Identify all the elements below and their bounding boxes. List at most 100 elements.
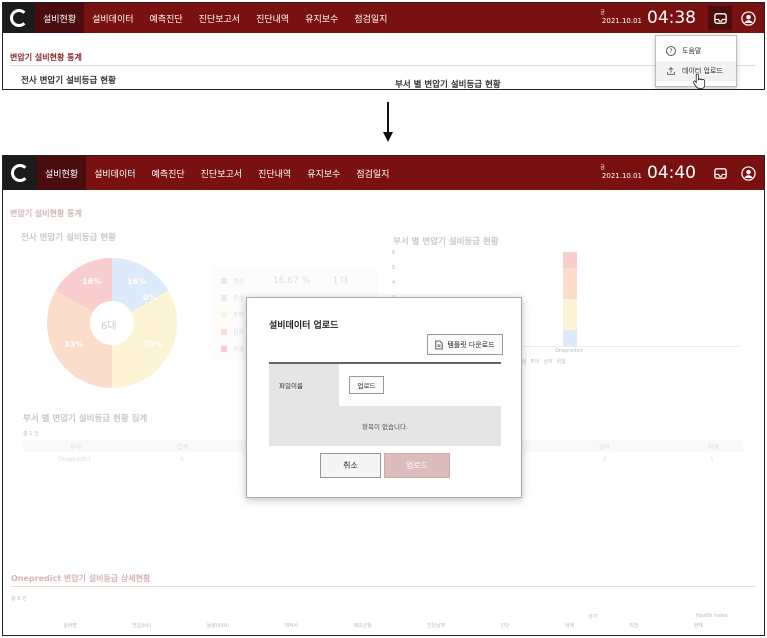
help-menu-item[interactable]: ? 도움말 bbox=[656, 41, 736, 61]
detail-group-severe: 심각 bbox=[588, 614, 598, 620]
file-row: 파일이름 업로드 bbox=[269, 364, 501, 406]
file-label: 파일이름 bbox=[279, 382, 303, 390]
menu-item-prediction[interactable]: 예측진단 bbox=[142, 3, 191, 33]
menu-item-maintenance[interactable]: 유지보수 bbox=[299, 156, 348, 190]
bar-tick-6: 6 bbox=[392, 250, 396, 256]
legend-percent: 16.67 % bbox=[273, 275, 311, 286]
menu-item-report[interactable]: 진단보고서 bbox=[193, 156, 250, 190]
summary-row-severe: 2 bbox=[603, 456, 607, 463]
submit-upload-button[interactable]: 업로드 bbox=[384, 453, 450, 478]
upload-menu-button[interactable] bbox=[708, 6, 732, 30]
legend-item-normal: 정상 16.67 % 1 대 bbox=[221, 272, 370, 289]
top-navbar: 설비현황 설비데이터 예측진단 진단보고서 진단내역 유지보수 점검일지 금 2… bbox=[3, 3, 764, 33]
summary-row-dept: Onepredict bbox=[58, 456, 92, 463]
modal-title: 설비데이터 업로드 bbox=[269, 321, 339, 331]
app-logo[interactable] bbox=[3, 3, 35, 33]
detail-header-1: 전압(kV) bbox=[132, 623, 152, 629]
down-arrow-icon bbox=[383, 102, 393, 142]
summary-header-danger: 위험 bbox=[708, 444, 720, 451]
menu-item-equipment-status[interactable]: 설비현황 bbox=[37, 156, 87, 190]
legend-label-warning: 주의 bbox=[233, 312, 245, 319]
template-download-button[interactable]: 템플릿 다운로드 bbox=[427, 334, 503, 355]
file-empty-row: 항목이 없습니다. bbox=[269, 406, 501, 446]
menu-item-maintenance[interactable]: 유지보수 bbox=[297, 3, 346, 33]
legend-label-interest: 관심 bbox=[233, 295, 245, 302]
bar-tick-4: 4 bbox=[392, 280, 396, 286]
menu-item-equipment-status[interactable]: 설비현황 bbox=[35, 3, 85, 33]
upload-menu-button[interactable] bbox=[708, 161, 732, 185]
pie-label-danger: 16% bbox=[82, 277, 102, 286]
user-profile-button[interactable] bbox=[736, 161, 760, 185]
inbox-icon bbox=[713, 12, 727, 24]
bar-seg-warning bbox=[563, 299, 577, 331]
detail-header-2: 용량(kVA) bbox=[206, 623, 230, 629]
detail-header-6: 진단 bbox=[500, 623, 510, 629]
summary-header-severe: 심각 bbox=[599, 444, 611, 451]
pie-label-normal: 16% bbox=[127, 277, 147, 286]
detail-header-5: 진단날짜 bbox=[426, 623, 446, 629]
legend-label-severe: 심각 bbox=[233, 329, 245, 336]
menu-item-history[interactable]: 진단내역 bbox=[248, 3, 297, 33]
menu-item-report[interactable]: 진단보고서 bbox=[191, 3, 248, 33]
question-icon: ? bbox=[666, 46, 676, 56]
template-download-label: 템플릿 다운로드 bbox=[447, 340, 495, 349]
bar-stack bbox=[563, 252, 577, 346]
detail-header-3: 제작사 bbox=[284, 623, 299, 629]
upload-modal: 설비데이터 업로드 템플릿 다운로드 파일이름 업로드 항목이 없습니다. 취소… bbox=[246, 297, 522, 498]
user-icon bbox=[740, 10, 756, 26]
pie-label-interest: 0% bbox=[143, 293, 157, 302]
file-upload-button[interactable]: 업로드 bbox=[349, 376, 384, 394]
logo-icon bbox=[10, 9, 28, 27]
detail-group-health-index: Health Index bbox=[696, 613, 728, 619]
menu-item-prediction[interactable]: 예측진단 bbox=[144, 156, 193, 190]
file-table: 파일이름 업로드 항목이 없습니다. bbox=[269, 362, 501, 446]
menu-item-history[interactable]: 진단내역 bbox=[250, 156, 299, 190]
header-right: 금 2021.10.01 04:38 bbox=[600, 3, 764, 33]
header-right: 금 2021.10.01 04:40 bbox=[600, 156, 764, 190]
summary-header-dept: 부서 bbox=[70, 444, 82, 451]
detail-header-8: 직전 bbox=[629, 623, 639, 629]
inbox-icon bbox=[713, 167, 727, 179]
detail-header-7: 현재 bbox=[564, 623, 575, 629]
summary-title: 부서 별 변압기 설비등급 현황 집계 bbox=[23, 414, 148, 424]
date-text: 2021.10.01 bbox=[601, 17, 642, 25]
top-screenshot: 설비현황 설비데이터 예측진단 진단보고서 진단내역 유지보수 점검일지 금 2… bbox=[2, 2, 765, 90]
menu-item-equipment-data[interactable]: 설비데이터 bbox=[84, 3, 141, 33]
detail-header-4: 제조년월 bbox=[353, 623, 372, 629]
legend-swatch-normal bbox=[221, 277, 227, 284]
bar-chart-title: 부서 별 변압기 설비등급 현황 bbox=[393, 237, 499, 247]
cancel-button[interactable]: 취소 bbox=[320, 453, 381, 478]
summary-row-danger: 1 bbox=[710, 456, 714, 463]
bar-legend: 관심 주의 심각 위험 bbox=[517, 358, 566, 365]
bottom-screenshot: 설비현황 설비데이터 예측진단 진단보고서 진단내역 유지보수 점검일지 금 2… bbox=[2, 155, 765, 636]
pie-label-severe: 33% bbox=[64, 340, 84, 349]
legend-label-danger: 위험 bbox=[233, 346, 245, 353]
company-grade-title: 전사 변압기 설비등급 현황 bbox=[21, 76, 116, 86]
detail-title: Onepredict 변압기 설비등급 상세현황 bbox=[11, 574, 151, 583]
menu-item-inspection-log[interactable]: 점검일지 bbox=[348, 156, 397, 190]
legend-label-normal: 정상 bbox=[233, 278, 245, 285]
weekday: 금 bbox=[600, 9, 605, 16]
hand-cursor-icon bbox=[693, 73, 706, 89]
bar-legend-severe: 심각 bbox=[543, 359, 553, 365]
file-label-cell: 파일이름 bbox=[269, 364, 339, 406]
detail-table-header: 설비명 전압(kV) 용량(kVA) 제작사 제조년월 진단날짜 진단 현재 직… bbox=[23, 622, 743, 629]
detail-divider bbox=[11, 586, 756, 587]
app-logo[interactable] bbox=[3, 156, 37, 190]
detail-header-0: 설비명 bbox=[63, 623, 77, 629]
main-menu: 설비현황 설비데이터 예측진단 진단보고서 진단내역 유지보수 점검일지 bbox=[37, 156, 397, 190]
user-profile-button[interactable] bbox=[736, 6, 760, 30]
logo-icon bbox=[11, 164, 29, 182]
summary-count: 총 1 건 bbox=[23, 431, 39, 437]
empty-message: 항목이 없습니다. bbox=[362, 423, 408, 431]
menu-item-inspection-log[interactable]: 점검일지 bbox=[346, 3, 395, 33]
legend-swatch-warning bbox=[221, 311, 227, 318]
date-text: 2021.10.01 bbox=[601, 172, 642, 180]
clock-time: 04:38 bbox=[647, 8, 696, 28]
menu-item-equipment-data[interactable]: 설비데이터 bbox=[86, 156, 143, 190]
section-title: 변압기 설비현황 통계 bbox=[10, 53, 82, 62]
content-divider bbox=[10, 65, 756, 66]
upload-icon bbox=[667, 67, 675, 75]
bar-seg-severe bbox=[563, 267, 577, 299]
bar-seg-danger bbox=[563, 252, 577, 268]
